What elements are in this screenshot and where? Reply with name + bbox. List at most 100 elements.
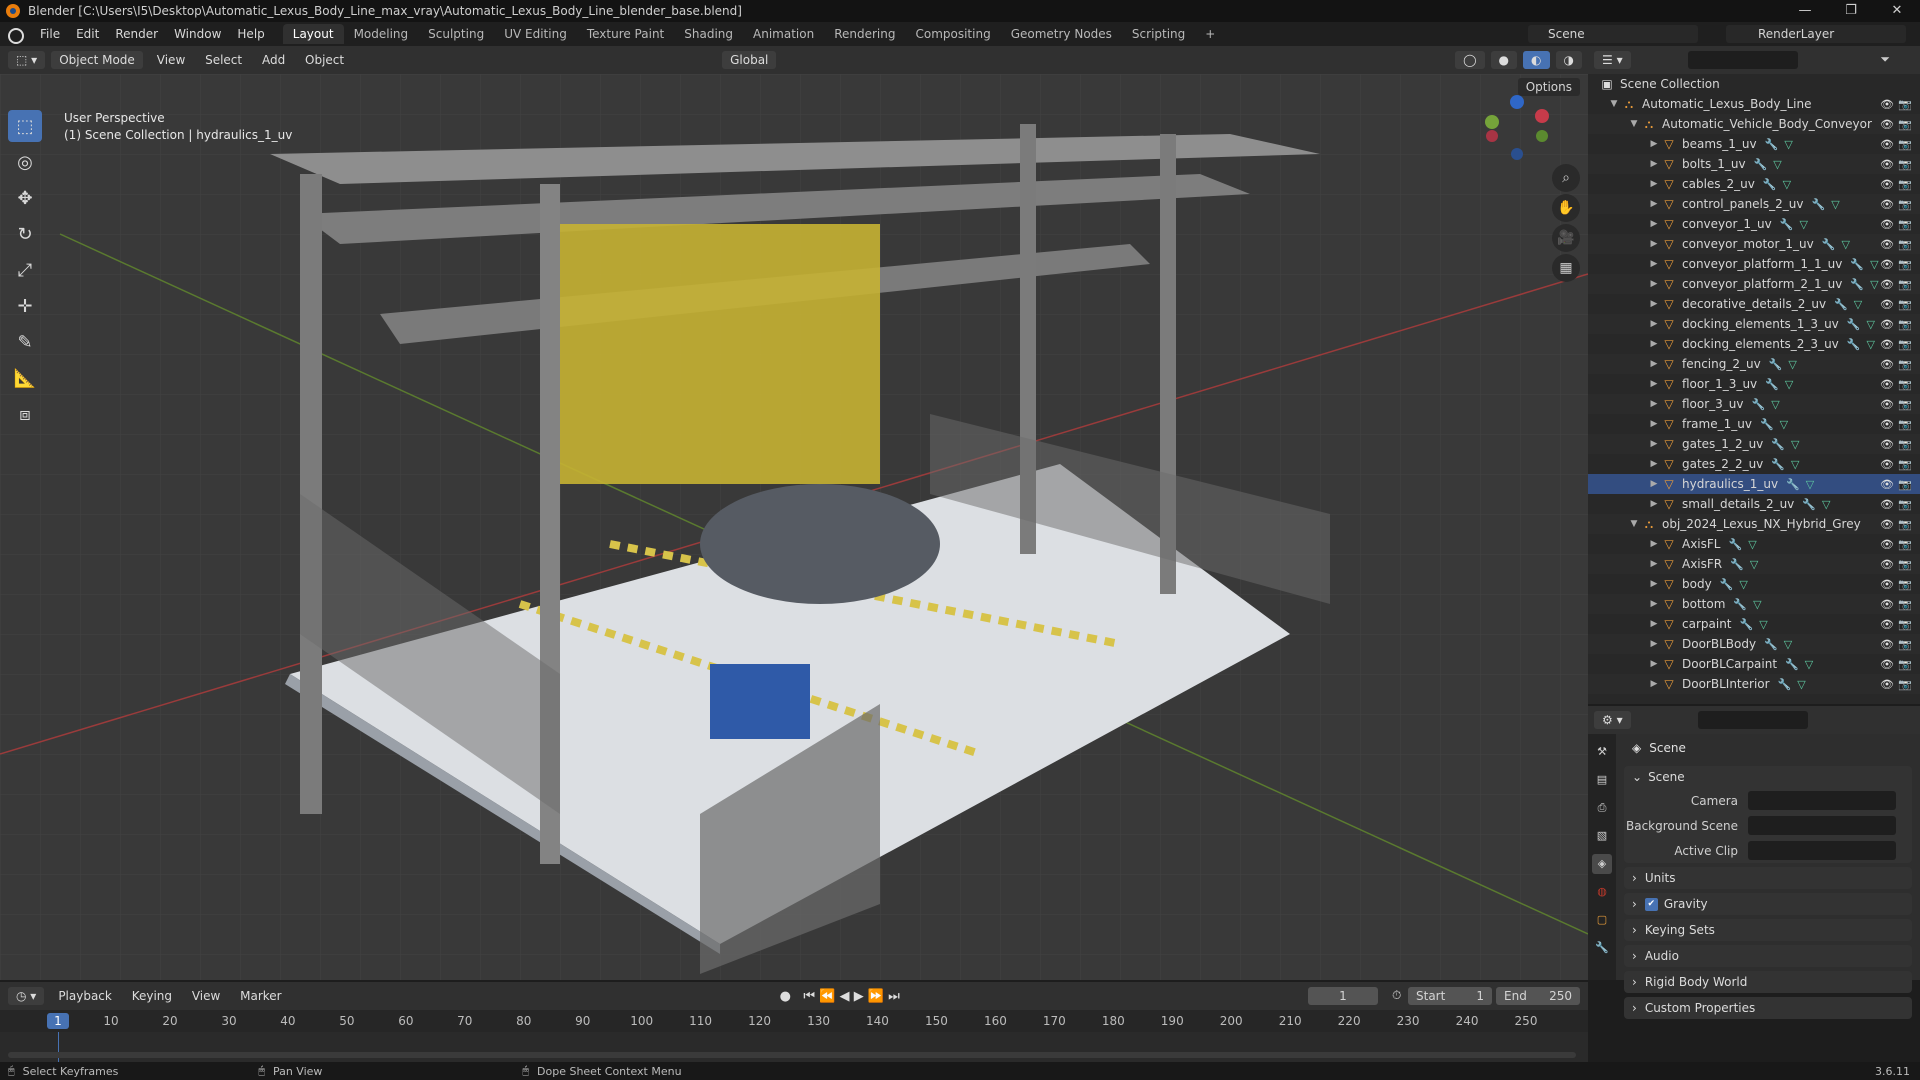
filter-icon[interactable]: ⏷ [1880,52,1890,67]
expand-right-icon[interactable]: ▶ [1648,179,1660,189]
expand-right-icon[interactable]: ▶ [1648,579,1660,589]
object-tab-icon[interactable]: ▢ [1592,910,1612,930]
visibility-eye-icon[interactable]: 👁 [1880,178,1894,191]
outliner-object-row[interactable]: ▶ ▽ control_panels_2_uv 🔧 ▽ 👁 📷 [1588,194,1920,214]
render-camera-icon[interactable]: 📷 [1898,358,1912,371]
tab-modeling[interactable]: Modeling [344,24,419,44]
rendered-shading-button[interactable]: ◑ [1555,51,1582,69]
modifier-icon[interactable]: 🔧 [1850,258,1864,271]
expand-right-icon[interactable]: ▶ [1648,319,1660,329]
mesh-data-icon[interactable]: ▽ [1806,478,1814,491]
ortho-grid-icon[interactable]: ▦ [1552,254,1580,282]
visibility-eye-icon[interactable]: 👁 [1880,578,1894,591]
mesh-data-icon[interactable]: ▽ [1783,178,1791,191]
visibility-eye-icon[interactable]: 👁 [1880,318,1894,331]
expand-right-icon[interactable]: ▶ [1648,499,1660,509]
render-camera-icon[interactable]: 📷 [1898,218,1912,231]
expand-right-icon[interactable]: ▶ [1648,279,1660,289]
mesh-data-icon[interactable]: ▽ [1788,358,1796,371]
render-camera-icon[interactable]: 📷 [1898,498,1912,511]
modifier-icon[interactable]: 🔧 [1811,198,1825,211]
frame-ruler[interactable]: 1 10 20 30 40 50 60 70 80 90 100 110 120 130 140 150 160… [0,1010,1588,1032]
expand-right-icon[interactable]: ▶ [1648,479,1660,489]
outliner-object-row[interactable]: ▶ ▽ docking_elements_2_3_uv 🔧 ▽ 👁 📷 [1588,334,1920,354]
visibility-eye-icon[interactable]: 👁 [1880,638,1894,651]
mesh-data-icon[interactable]: ▽ [1791,438,1799,451]
zoom-icon[interactable]: ⌕ [1552,164,1580,192]
tab-uv-editing[interactable]: UV Editing [494,24,577,44]
timeline-menu-playback[interactable]: Playback [50,989,120,1003]
visibility-eye-icon[interactable]: 👁 [1880,378,1894,391]
mesh-data-icon[interactable]: ▽ [1785,378,1793,391]
render-camera-icon[interactable]: 📷 [1898,678,1912,691]
rotate-tool-icon[interactable]: ↻ [8,218,42,250]
render-camera-icon[interactable]: 📷 [1898,238,1912,251]
visibility-eye-icon[interactable]: 👁 [1880,238,1894,251]
outliner-object-row[interactable]: ▶ ▽ DoorBLCarpaint 🔧 ▽ 👁 📷 [1588,654,1920,674]
modifier-icon[interactable]: 🔧 [1847,338,1861,351]
tab-shading[interactable]: Shading [674,24,743,44]
render-camera-icon[interactable]: 📷 [1898,98,1912,111]
render-camera-icon[interactable]: 📷 [1898,198,1912,211]
3d-viewport[interactable]: ⬚ ◎ ✥ ↻ ⤢ ✛ ✎ 📐 ⧈ User Perspective (1) S… [0,74,1588,980]
render-camera-icon[interactable]: 📷 [1898,538,1912,551]
mesh-data-icon[interactable]: ▽ [1750,558,1758,571]
visibility-eye-icon[interactable]: 👁 [1880,518,1894,531]
visibility-eye-icon[interactable]: 👁 [1880,618,1894,631]
tab-sculpting[interactable]: Sculpting [418,24,494,44]
tool-tab-icon[interactable]: ⚒ [1592,742,1612,762]
menu-help[interactable]: Help [229,27,272,41]
close-button[interactable]: ✕ [1874,0,1920,22]
scene-panel-header[interactable]: ⌄ Scene [1624,766,1912,788]
outliner-object-row[interactable]: ▶ ▽ conveyor_platform_1_1_uv 🔧 ▽ 👁 📷 [1588,254,1920,274]
expand-right-icon[interactable]: ▶ [1648,659,1660,669]
render-camera-icon[interactable]: 📷 [1898,398,1912,411]
expand-right-icon[interactable]: ▶ [1648,239,1660,249]
properties-editor-type-button[interactable]: ⚙ ▾ [1594,711,1631,729]
render-camera-icon[interactable]: 📷 [1898,658,1912,671]
property-section-header[interactable]: › Rigid Body World [1624,971,1912,993]
visibility-eye-icon[interactable]: 👁 [1880,338,1894,351]
outliner-object-row[interactable]: ▶ ▽ hydraulics_1_uv 🔧 ▽ 👁 📷 [1588,474,1920,494]
solid-shading-button[interactable]: ● [1490,51,1518,69]
render-camera-icon[interactable]: 📷 [1898,618,1912,631]
outliner-object-row[interactable]: ▶ ▽ docking_elements_1_3_uv 🔧 ▽ 👁 📷 [1588,314,1920,334]
property-section-header[interactable]: › Units [1624,867,1912,889]
scene-tab-icon[interactable]: ◈ [1592,854,1612,874]
modifier-icon[interactable]: 🔧 [1771,438,1785,451]
visibility-eye-icon[interactable]: 👁 [1880,658,1894,671]
modifier-icon[interactable]: 🔧 [1765,378,1779,391]
expand-right-icon[interactable]: ▶ [1648,359,1660,369]
expand-right-icon[interactable]: ▶ [1648,159,1660,169]
expand-right-icon[interactable]: ▶ [1648,299,1660,309]
end-frame-field[interactable]: End 250 [1496,987,1580,1005]
add-workspace-button[interactable]: + [1195,24,1225,44]
outliner-collection-row[interactable]: ▼ ⛬ Automatic_Lexus_Body_Line 👁 📷 [1588,94,1920,114]
mesh-data-icon[interactable]: ▽ [1831,198,1839,211]
visibility-eye-icon[interactable]: 👁 [1880,138,1894,151]
visibility-eye-icon[interactable]: 👁 [1880,118,1894,131]
modifier-icon[interactable]: 🔧 [1754,158,1768,171]
visibility-eye-icon[interactable]: 👁 [1880,498,1894,511]
mesh-data-icon[interactable]: ▽ [1797,678,1805,691]
render-camera-icon[interactable]: 📷 [1898,178,1912,191]
expand-right-icon[interactable]: ▶ [1648,419,1660,429]
modifier-icon[interactable]: 🔧 [1728,538,1742,551]
render-camera-icon[interactable]: 📷 [1898,598,1912,611]
modifier-icon[interactable]: 🔧 [1822,238,1836,251]
expand-down-icon[interactable]: ▼ [1628,119,1640,129]
mesh-data-icon[interactable]: ▽ [1870,278,1878,291]
visibility-eye-icon[interactable]: 👁 [1880,598,1894,611]
render-camera-icon[interactable]: 📷 [1898,518,1912,531]
visibility-eye-icon[interactable]: 👁 [1880,398,1894,411]
render-camera-icon[interactable]: 📷 [1898,558,1912,571]
modifier-icon[interactable]: 🔧 [1760,418,1774,431]
render-camera-icon[interactable]: 📷 [1898,458,1912,471]
modifier-icon[interactable]: 🔧 [1780,218,1794,231]
render-camera-icon[interactable]: 📷 [1898,118,1912,131]
mesh-data-icon[interactable]: ▽ [1753,598,1761,611]
render-camera-icon[interactable]: 📷 [1898,378,1912,391]
world-tab-icon[interactable]: ◍ [1592,882,1612,902]
play-icon[interactable]: ▶ [854,989,864,1004]
material-shading-button[interactable]: ◐ [1523,51,1550,69]
